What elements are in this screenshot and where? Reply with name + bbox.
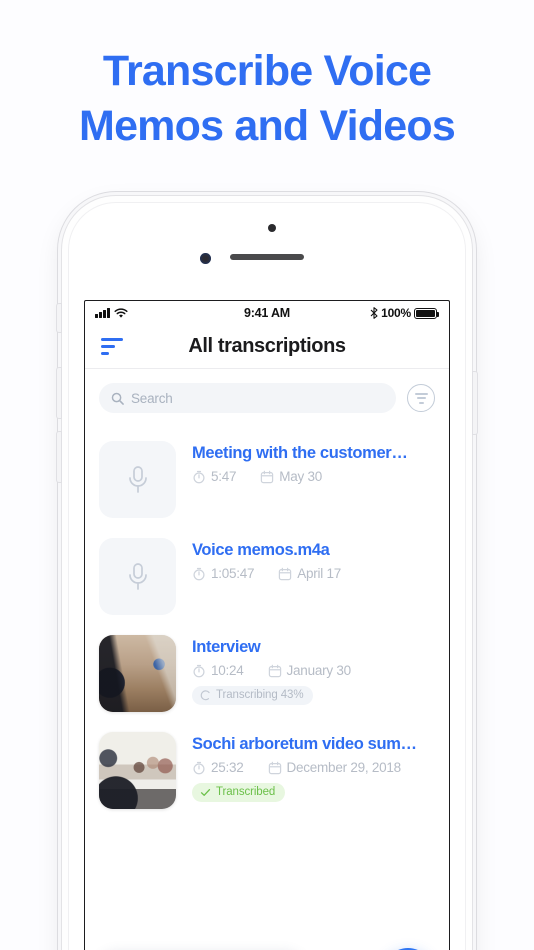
microphone-icon <box>128 465 147 493</box>
phone-mockup: 9:41 AM 100% All transcriptions Search M… <box>57 196 477 950</box>
status-badge-label: Transcribing 43% <box>216 689 304 701</box>
earpiece-speaker <box>230 254 304 260</box>
transcription-list: Meeting with the customer… 5:47 May 30 V… <box>85 423 449 819</box>
spinner-icon <box>200 689 210 700</box>
list-item[interactable]: Voice memos.m4a 1:05:47 April 17 <box>85 528 449 625</box>
date-label: December 29, 2018 <box>286 760 402 775</box>
search-row: Search <box>85 369 449 423</box>
list-item-meta: 10:24 January 30 <box>192 663 435 678</box>
list-item-meta: 5:47 May 30 <box>192 469 435 484</box>
list-item-body: Voice memos.m4a 1:05:47 April 17 <box>192 538 435 581</box>
bottom-bar: How to add voice memos into Transcribe <box>85 934 449 950</box>
list-item[interactable]: Interview 10:24 January 30 Transcribing … <box>85 625 449 722</box>
date-label: May 30 <box>279 469 323 484</box>
date-meta: December 29, 2018 <box>268 760 401 775</box>
list-item-meta: 1:05:47 April 17 <box>192 566 435 581</box>
list-item-title: Interview <box>192 638 261 656</box>
thumbnail-photo-interview <box>99 635 176 712</box>
duration-meta: 25:32 <box>192 760 244 775</box>
list-item[interactable]: Sochi arboretum video sum… 25:32 Decembe… <box>85 722 449 819</box>
date-meta: January 30 <box>268 663 351 678</box>
date-meta: April 17 <box>278 566 341 581</box>
duration-meta: 5:47 <box>192 469 237 484</box>
page-title: Transcribe Voice Memos and Videos <box>0 44 534 154</box>
duration-label: 25:32 <box>211 760 244 775</box>
navbar-title: All transcriptions <box>188 335 346 357</box>
status-bar: 9:41 AM 100% <box>85 301 449 325</box>
front-camera-icon <box>200 253 211 264</box>
status-badge: Transcribing 43% <box>192 686 314 705</box>
timer-icon <box>193 470 205 483</box>
calendar-icon <box>268 761 281 774</box>
list-item-body: Meeting with the customer… 5:47 May 30 <box>192 441 435 484</box>
volume-up-button[interactable] <box>57 368 61 418</box>
duration-label: 1:05:47 <box>211 566 255 581</box>
duration-label: 5:47 <box>211 469 237 484</box>
duration-meta: 1:05:47 <box>192 566 255 581</box>
date-label: January 30 <box>286 663 352 678</box>
list-item-body: Interview 10:24 January 30 Transcribing … <box>192 635 435 706</box>
duration-meta: 10:24 <box>192 663 244 678</box>
thumbnail-photo-meeting <box>99 732 176 809</box>
date-meta: May 30 <box>260 469 322 484</box>
status-badge-label: Transcribed <box>216 786 276 798</box>
page-root: Transcribe Voice Memos and Videos 9:41 A… <box>0 0 534 950</box>
check-icon <box>200 788 211 796</box>
timer-icon <box>193 567 205 580</box>
search-input[interactable]: Search <box>99 383 396 413</box>
app-navbar: All transcriptions <box>85 325 449 369</box>
list-item-body: Sochi arboretum video sum… 25:32 Decembe… <box>192 732 435 803</box>
calendar-icon <box>279 567 292 580</box>
mute-switch[interactable] <box>57 304 61 332</box>
timer-icon <box>193 761 205 774</box>
date-label: April 17 <box>297 566 342 581</box>
microphone-icon <box>128 562 147 590</box>
search-icon <box>111 392 124 405</box>
headline-line-1: Transcribe Voice <box>102 47 432 95</box>
list-item-title: Meeting with the customer… <box>192 444 408 462</box>
status-bar-clock: 9:41 AM <box>243 306 291 320</box>
power-button[interactable] <box>473 372 477 434</box>
headline-line-2: Memos and Videos <box>79 102 456 150</box>
volume-down-button[interactable] <box>57 432 61 482</box>
search-placeholder: Search <box>131 390 173 406</box>
phone-screen: 9:41 AM 100% All transcriptions Search M… <box>84 300 450 950</box>
timer-icon <box>193 664 205 677</box>
calendar-icon <box>268 664 281 677</box>
filter-icon[interactable] <box>407 384 435 412</box>
list-item-meta: 25:32 December 29, 2018 <box>192 760 435 775</box>
list-item[interactable]: Meeting with the customer… 5:47 May 30 <box>85 431 449 528</box>
thumbnail-mic-placeholder <box>99 538 176 615</box>
proximity-sensor-icon <box>268 224 276 232</box>
list-item-title: Voice memos.m4a <box>192 541 330 559</box>
status-badge: Transcribed <box>192 783 286 802</box>
thumbnail-mic-placeholder <box>99 441 176 518</box>
calendar-icon <box>261 470 274 483</box>
list-item-title: Sochi arboretum video sum… <box>192 735 417 753</box>
battery-full-icon <box>414 307 440 319</box>
duration-label: 10:24 <box>211 663 244 678</box>
